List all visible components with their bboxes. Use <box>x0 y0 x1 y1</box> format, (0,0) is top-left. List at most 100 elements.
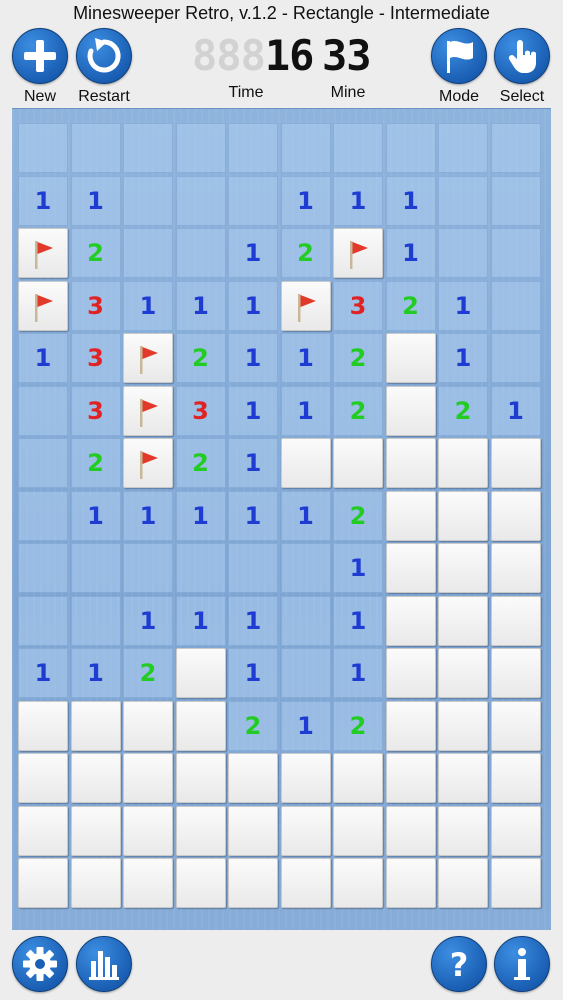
covered-cell[interactable] <box>18 805 68 856</box>
number-cell[interactable]: 1 <box>280 490 331 541</box>
number-cell[interactable]: 1 <box>123 595 173 646</box>
mode-button[interactable]: Mode <box>430 28 488 106</box>
covered-cell[interactable] <box>123 805 173 856</box>
number-cell[interactable]: 1 <box>438 280 488 331</box>
empty-cell[interactable] <box>228 175 278 226</box>
covered-cell[interactable] <box>438 438 488 488</box>
number-cell[interactable]: 2 <box>70 228 121 278</box>
flagged-cell[interactable] <box>123 385 173 436</box>
covered-cell[interactable] <box>490 595 541 646</box>
empty-cell[interactable] <box>123 543 173 593</box>
number-cell[interactable]: 2 <box>333 490 383 541</box>
covered-cell[interactable] <box>228 858 278 908</box>
covered-cell[interactable] <box>385 805 436 856</box>
covered-cell[interactable] <box>175 648 226 698</box>
number-cell[interactable]: 1 <box>228 595 278 646</box>
covered-cell[interactable] <box>385 753 436 803</box>
number-cell[interactable]: 2 <box>175 438 226 488</box>
covered-cell[interactable] <box>438 858 488 908</box>
number-cell[interactable]: 1 <box>123 490 173 541</box>
covered-cell[interactable] <box>385 648 436 698</box>
covered-cell[interactable] <box>438 753 488 803</box>
empty-cell[interactable] <box>18 385 68 436</box>
settings-button[interactable] <box>11 936 69 994</box>
number-cell[interactable]: 1 <box>228 438 278 488</box>
covered-cell[interactable] <box>438 648 488 698</box>
restart-button[interactable]: Restart <box>75 28 133 106</box>
number-cell[interactable]: 3 <box>333 280 383 331</box>
number-cell[interactable]: 3 <box>70 385 121 436</box>
flagged-cell[interactable] <box>333 228 383 278</box>
flagged-cell[interactable] <box>123 333 173 383</box>
covered-cell[interactable] <box>175 700 226 751</box>
covered-cell[interactable] <box>490 490 541 541</box>
number-cell[interactable]: 1 <box>228 280 278 331</box>
empty-cell[interactable] <box>18 595 68 646</box>
empty-cell[interactable] <box>385 123 436 173</box>
empty-cell[interactable] <box>175 175 226 226</box>
empty-cell[interactable] <box>490 123 541 173</box>
empty-cell[interactable] <box>175 543 226 593</box>
number-cell[interactable]: 1 <box>333 175 383 226</box>
covered-cell[interactable] <box>385 858 436 908</box>
number-cell[interactable]: 1 <box>333 648 383 698</box>
empty-cell[interactable] <box>438 123 488 173</box>
covered-cell[interactable] <box>228 805 278 856</box>
covered-cell[interactable] <box>280 805 331 856</box>
covered-cell[interactable] <box>123 753 173 803</box>
covered-cell[interactable] <box>175 805 226 856</box>
covered-cell[interactable] <box>490 543 541 593</box>
empty-cell[interactable] <box>123 175 173 226</box>
empty-cell[interactable] <box>175 228 226 278</box>
covered-cell[interactable] <box>385 490 436 541</box>
number-cell[interactable]: 2 <box>333 385 383 436</box>
empty-cell[interactable] <box>280 595 331 646</box>
number-cell[interactable]: 1 <box>70 648 121 698</box>
number-cell[interactable]: 2 <box>333 333 383 383</box>
flagged-cell[interactable] <box>18 280 68 331</box>
number-cell[interactable]: 2 <box>280 228 331 278</box>
number-cell[interactable]: 2 <box>438 385 488 436</box>
covered-cell[interactable] <box>490 648 541 698</box>
empty-cell[interactable] <box>123 123 173 173</box>
covered-cell[interactable] <box>333 805 383 856</box>
number-cell[interactable]: 1 <box>18 333 68 383</box>
covered-cell[interactable] <box>175 858 226 908</box>
covered-cell[interactable] <box>333 438 383 488</box>
empty-cell[interactable] <box>70 543 121 593</box>
empty-cell[interactable] <box>123 228 173 278</box>
number-cell[interactable]: 2 <box>333 700 383 751</box>
covered-cell[interactable] <box>333 858 383 908</box>
statistics-button[interactable] <box>75 936 133 994</box>
empty-cell[interactable] <box>280 543 331 593</box>
covered-cell[interactable] <box>70 700 121 751</box>
number-cell[interactable]: 1 <box>70 490 121 541</box>
number-cell[interactable]: 1 <box>385 228 436 278</box>
covered-cell[interactable] <box>490 438 541 488</box>
number-cell[interactable]: 1 <box>280 175 331 226</box>
covered-cell[interactable] <box>438 490 488 541</box>
covered-cell[interactable] <box>123 858 173 908</box>
covered-cell[interactable] <box>280 438 331 488</box>
number-cell[interactable]: 1 <box>228 228 278 278</box>
covered-cell[interactable] <box>490 700 541 751</box>
empty-cell[interactable] <box>490 228 541 278</box>
number-cell[interactable]: 1 <box>438 333 488 383</box>
number-cell[interactable]: 1 <box>123 280 173 331</box>
empty-cell[interactable] <box>228 543 278 593</box>
number-cell[interactable]: 2 <box>175 333 226 383</box>
covered-cell[interactable] <box>123 700 173 751</box>
number-cell[interactable]: 1 <box>175 280 226 331</box>
covered-cell[interactable] <box>385 333 436 383</box>
select-button[interactable]: Select <box>493 28 551 106</box>
covered-cell[interactable] <box>333 753 383 803</box>
empty-cell[interactable] <box>18 543 68 593</box>
covered-cell[interactable] <box>490 805 541 856</box>
number-cell[interactable]: 1 <box>280 385 331 436</box>
covered-cell[interactable] <box>175 753 226 803</box>
number-cell[interactable]: 1 <box>385 175 436 226</box>
empty-cell[interactable] <box>280 648 331 698</box>
flagged-cell[interactable] <box>18 228 68 278</box>
flagged-cell[interactable] <box>280 280 331 331</box>
covered-cell[interactable] <box>438 543 488 593</box>
